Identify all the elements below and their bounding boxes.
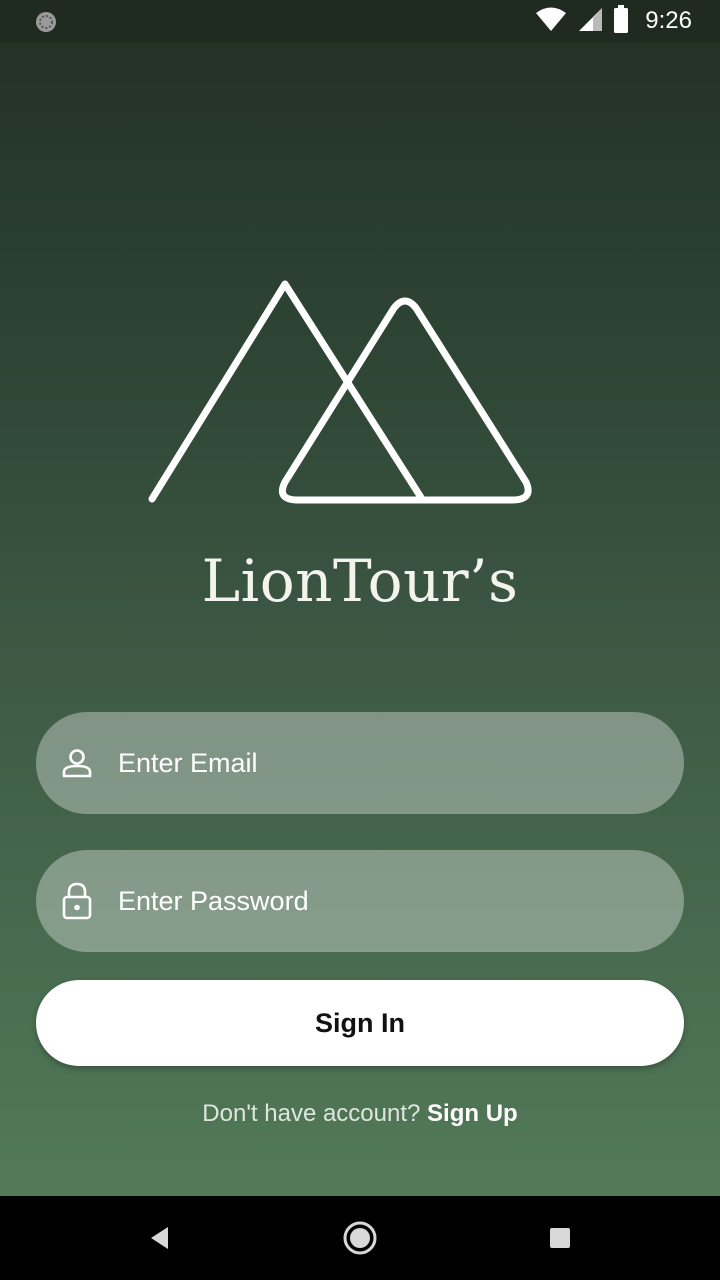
navigation-bar xyxy=(0,1196,720,1280)
email-field[interactable] xyxy=(36,712,684,814)
recents-icon[interactable] xyxy=(540,1218,580,1258)
status-time: 9:26 xyxy=(645,7,692,34)
sign-up-link[interactable]: Sign Up xyxy=(427,1100,518,1127)
signup-prompt: Don't have account? xyxy=(202,1100,421,1127)
email-input[interactable] xyxy=(118,733,684,793)
brand-name: LionTour’s xyxy=(201,547,519,615)
login-screen: LionTour’s Sign In Don't have account? S… xyxy=(0,42,720,1196)
sign-in-button[interactable]: Sign In xyxy=(36,980,684,1066)
home-icon[interactable] xyxy=(340,1218,380,1258)
back-icon[interactable] xyxy=(140,1218,180,1258)
password-input[interactable] xyxy=(118,871,684,931)
sync-icon xyxy=(34,10,58,34)
signal-icon xyxy=(577,6,603,37)
wifi-icon xyxy=(535,6,567,37)
signup-row: Don't have account? Sign Up xyxy=(0,1100,720,1128)
password-field[interactable] xyxy=(36,850,684,952)
person-icon xyxy=(60,746,94,780)
status-bar: 9:26 xyxy=(0,0,720,42)
lock-icon xyxy=(60,882,94,920)
mountains-logo-icon xyxy=(148,280,532,504)
battery-icon xyxy=(613,4,629,38)
